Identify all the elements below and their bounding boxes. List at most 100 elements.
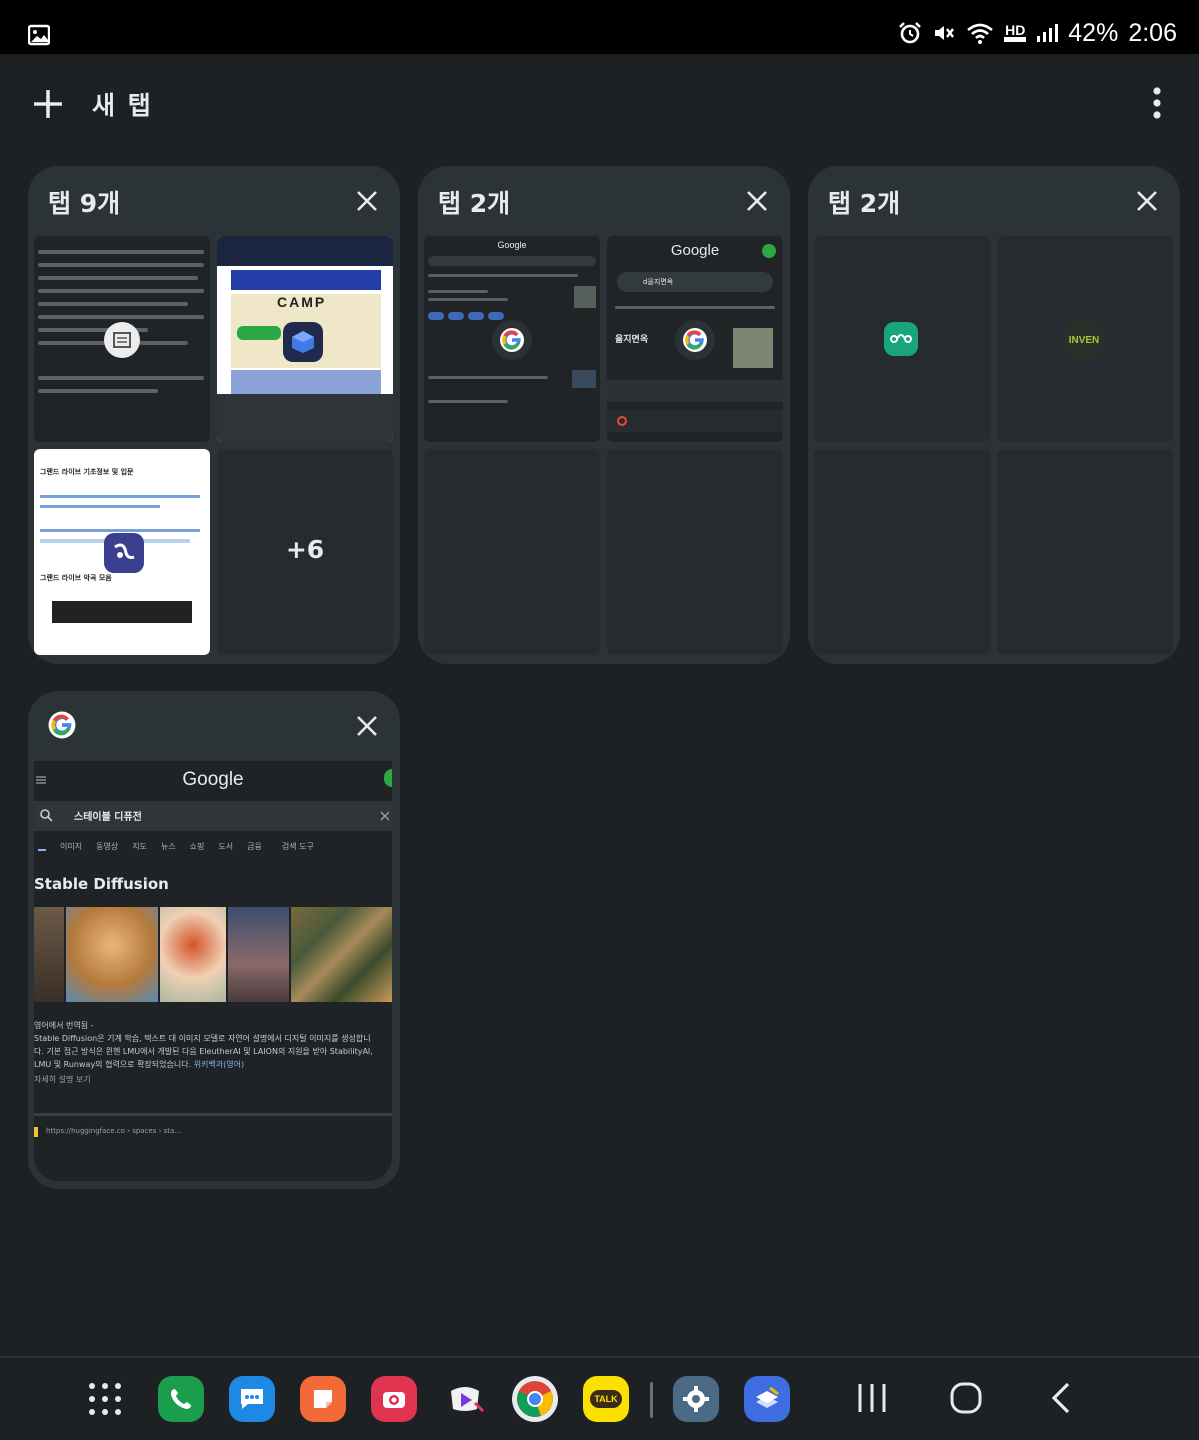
google-favicon-icon (48, 711, 76, 739)
tab-group-header: 탭 2개 (418, 166, 790, 236)
filter-chip: 뉴스 (160, 842, 176, 851)
wikipedia-link: 위키백과(영어) (193, 1060, 245, 1069)
filter-chip: 지도 (132, 842, 147, 851)
desc-line: LMU 및 Runway의 협력으로 확장되었습니다. (34, 1060, 192, 1069)
store-app-icon (283, 322, 323, 362)
tab-preview[interactable]: Google 스테이블 디퓨전 이미지 동영상 지도 뉴스 쇼핑 도서 금융 검… (34, 761, 392, 1181)
settings-app-icon[interactable] (673, 1376, 719, 1422)
google-logo: Google (182, 769, 244, 790)
thumb-google-logo: Google (497, 240, 527, 250)
tab-thumbnail[interactable]: Google d을지면옥 을지면옥 (607, 236, 783, 442)
tab-thumbnail[interactable]: CAMP (217, 236, 393, 442)
result-description: 영어에서 번역됨 - Stable Diffusion은 기계 학습, 텍스트 … (34, 1019, 392, 1086)
tab-group-card[interactable]: 탭 9개 CAMP 그랜드 라이브 기초정보 및 입문 그랜드 라이브 악곡 모… (28, 166, 400, 664)
close-icon[interactable] (356, 715, 378, 737)
result-image (66, 907, 158, 1002)
clock: 2:06 (1128, 18, 1177, 47)
signal-icon (1037, 24, 1059, 42)
gallery-editor-app-icon[interactable] (744, 1376, 790, 1422)
desc-line: Stable Diffusion은 기계 학습, 텍스트 대 이미지 모델로 자… (34, 1034, 371, 1043)
filter-chip: 검색 도구 (281, 842, 314, 851)
tab-group-title: 탭 9개 (48, 189, 121, 218)
tab-thumbnail[interactable]: INVEN (997, 236, 1173, 442)
more-tabs-cell[interactable]: +6 (217, 449, 393, 655)
empty-tab-slot (997, 449, 1173, 655)
tab-thumbnail[interactable] (814, 236, 990, 442)
more-tabs-count: +6 (285, 535, 325, 564)
result-image (159, 907, 226, 1002)
close-icon[interactable] (746, 190, 768, 212)
tab-group-title: 탭 2개 (438, 189, 511, 218)
apps-grid-icon[interactable] (82, 1376, 128, 1422)
tab-thumbnail[interactable]: Google (424, 236, 600, 442)
kakaotalk-label: TALK (590, 1390, 622, 1408)
empty-tab-slot (424, 449, 600, 655)
video-player-app-icon[interactable] (442, 1376, 488, 1422)
gallery-notification-icon (28, 24, 50, 46)
taskbar: TALK (0, 1358, 1199, 1440)
desc-line: 다. 기본 접근 방식은 뮌헨 LMU에서 개발된 다음 EleutherAI … (34, 1047, 373, 1056)
filter-chip: 이미지 (60, 842, 83, 851)
tab-card[interactable]: Google 스테이블 디퓨전 이미지 동영상 지도 뉴스 쇼핑 도서 금융 검… (28, 691, 400, 1189)
tab-group-card[interactable]: 탭 2개 Google Google d을지면옥 을지면옥 (418, 166, 790, 664)
result-image (290, 907, 392, 1002)
back-icon[interactable] (1042, 1380, 1082, 1416)
home-icon[interactable] (946, 1380, 986, 1416)
phone-app-icon[interactable] (158, 1376, 204, 1422)
tab-group-header: 탭 2개 (808, 166, 1180, 236)
google-app-icon (675, 320, 715, 360)
close-icon[interactable] (1136, 190, 1158, 212)
new-tab-button[interactable]: 새 탭 (30, 84, 153, 124)
filter-chip: 쇼핑 (189, 842, 205, 851)
community-app-icon (104, 533, 144, 573)
recent-apps-icon[interactable] (852, 1380, 892, 1416)
result-url: https://huggingface.co › spaces › sta... (46, 1127, 181, 1135)
divider (34, 1113, 392, 1116)
messages-app-icon[interactable] (229, 1376, 275, 1422)
search-box: 스테이블 디퓨전 (34, 801, 392, 831)
thumb-google-logo: Google (670, 242, 720, 259)
chrome-app-icon[interactable] (512, 1376, 558, 1422)
wifi-icon (967, 23, 994, 44)
result-title: Stable Diffusion (34, 875, 169, 893)
url-marker (34, 1127, 38, 1137)
chip-all-fragment (38, 841, 46, 851)
connect-app-icon (884, 322, 918, 356)
more-options-icon[interactable] (1151, 86, 1163, 120)
tab-group-card[interactable]: 탭 2개 INVEN (808, 166, 1180, 664)
tab-group-title: 탭 2개 (828, 189, 901, 218)
mute-icon (935, 26, 955, 40)
search-filter-chips: 이미지 동영상 지도 뉴스 쇼핑 도서 금융 검색 도구 (34, 841, 392, 861)
close-icon[interactable] (356, 190, 378, 212)
dock-separator (650, 1382, 653, 1418)
tab-group-header: 탭 9개 (28, 166, 400, 236)
image-strip (34, 907, 392, 1002)
inven-app-icon: INVEN (1063, 320, 1105, 360)
thumb-result-title: 을지면옥 (615, 335, 649, 345)
hd-label: HD (1005, 21, 1026, 38)
more-description: 자세히 설명 보기 (34, 1075, 91, 1084)
tab-thumbnail[interactable] (34, 236, 210, 442)
filter-chip: 도서 (218, 842, 234, 851)
tab-thumbnail[interactable]: 그랜드 라이브 기초정보 및 입문 그랜드 라이브 악곡 모음 (34, 449, 210, 655)
result-image (34, 907, 65, 1002)
account-avatar (384, 769, 392, 787)
empty-tab-slot (607, 449, 783, 655)
plus-icon (34, 90, 62, 118)
empty-tab-slot (814, 449, 990, 655)
alarm-icon (899, 22, 922, 44)
camp-banner-text: CAMP (277, 294, 327, 310)
kakaotalk-app-icon[interactable]: TALK (583, 1376, 629, 1422)
notes-app-icon[interactable] (300, 1376, 346, 1422)
status-bar: HD 42% 2:06 (0, 0, 1199, 54)
camera-app-icon[interactable] (371, 1376, 417, 1422)
thumb-heading: 그랜드 라이브 기초정보 및 입문 (40, 468, 134, 476)
reader-app-icon (104, 322, 140, 358)
search-icon (40, 809, 53, 822)
thumb-subheading: 그랜드 라이브 악곡 모음 (40, 574, 112, 582)
filter-chip: 동영상 (96, 842, 119, 851)
result-image (227, 907, 289, 1002)
desc-line: 영어에서 번역됨 - (34, 1021, 94, 1030)
inven-label: INVEN (1068, 334, 1100, 346)
search-query: 스테이블 디퓨전 (74, 812, 142, 823)
